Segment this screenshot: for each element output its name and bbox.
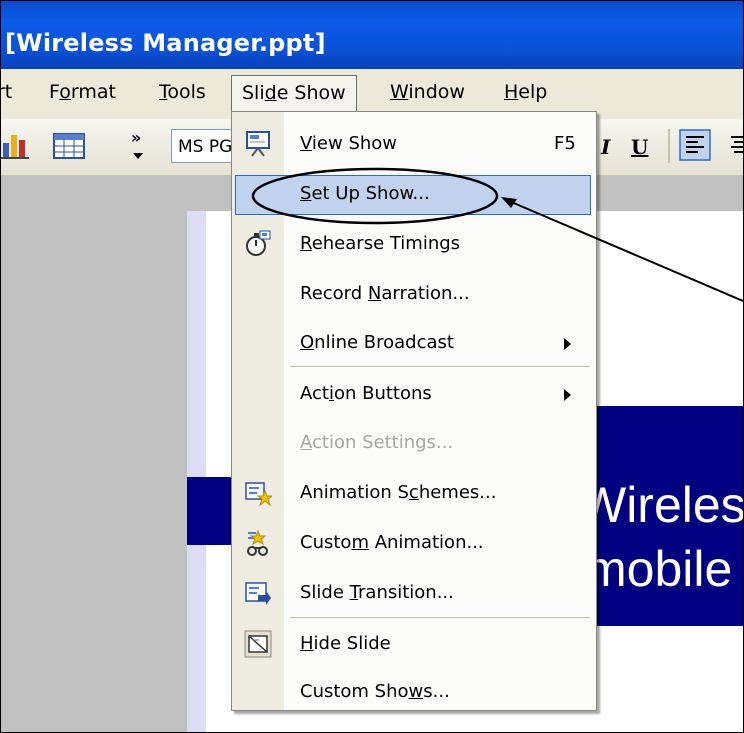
powerpoint-window: [Wireless Manager.ppt] rt Format Tools S…: [0, 0, 744, 733]
callout-arrow-line: [508, 200, 743, 302]
highlight-ellipse: [251, 167, 499, 225]
callout-annotation: [251, 167, 743, 302]
callout-arrowhead-icon: [501, 197, 517, 208]
